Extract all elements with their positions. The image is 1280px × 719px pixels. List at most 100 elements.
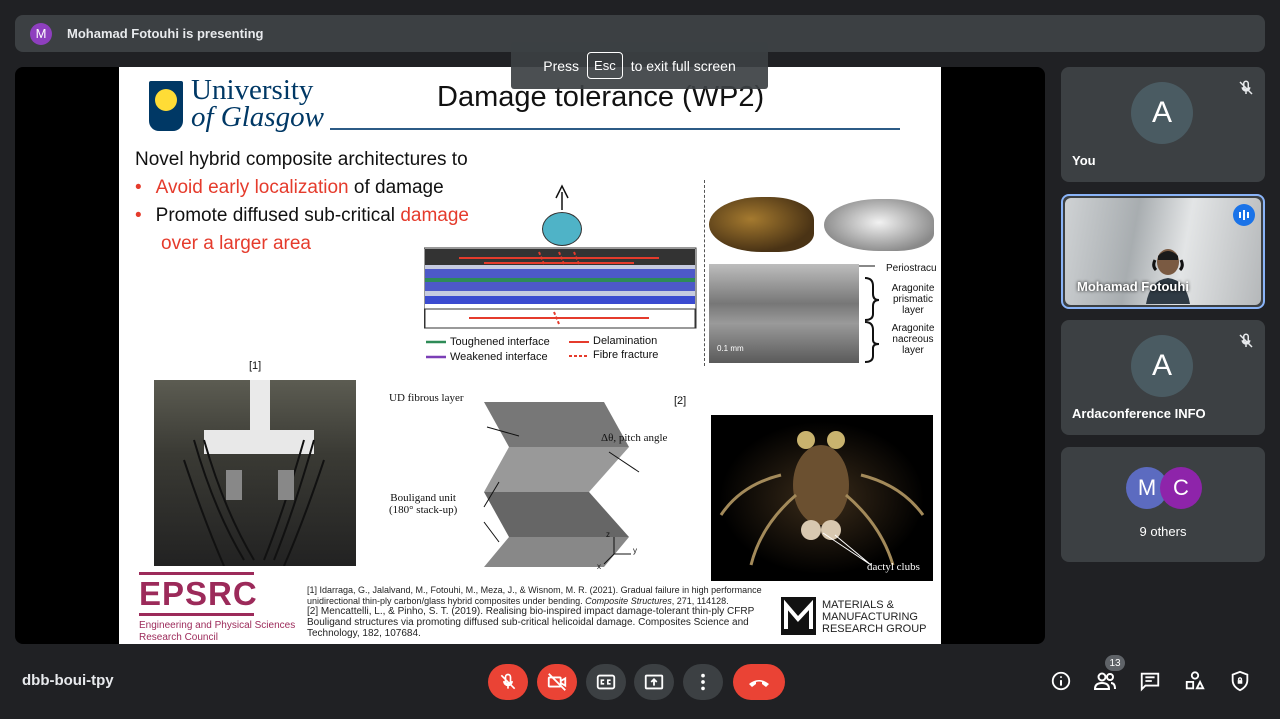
epsrc-sub-1: Engineering and Physical Sciences — [139, 620, 296, 631]
university-line2-text: of Glasgow — [191, 101, 324, 133]
label-prismatic-1: Aragonite — [891, 283, 935, 294]
participant-tile-arda[interactable]: A Ardaconference INFO — [1061, 320, 1265, 435]
presenting-text: Mohamad Fotouhi is presenting — [67, 26, 264, 41]
ref-tag-1: [1] — [249, 360, 262, 372]
pitch-angle-label: Δθ, pitch angle — [601, 432, 668, 444]
present-now-button[interactable] — [634, 664, 674, 700]
participant-name: You — [1072, 153, 1096, 168]
leave-call-button[interactable] — [733, 664, 785, 700]
avatar-c: C — [1160, 467, 1202, 509]
ref2-line3: Technology, 182, 107684. — [307, 628, 421, 639]
mmrg-line2: MANUFACTURING — [822, 611, 918, 623]
mussel-shell-image — [709, 197, 814, 252]
mic-off-icon — [1239, 80, 1253, 95]
bullet-2-black: Promote diffused sub-critical — [155, 205, 401, 226]
laminate-diagram: Toughened interface Weakened interface D… — [424, 182, 704, 367]
mmrg-mark-svg — [784, 599, 813, 629]
label-nacreous-2: nacreous — [892, 334, 934, 345]
mmrg-text: MATERIALS & MANUFACTURING RESEARCH GROUP — [822, 599, 927, 635]
people-button[interactable] — [1092, 668, 1118, 694]
axis-y: y — [633, 546, 637, 555]
brace-svg — [859, 265, 880, 363]
axis-z: z — [606, 530, 610, 539]
label-nacreous: Aragonite nacreous layer — [885, 323, 941, 356]
present-icon — [644, 674, 664, 690]
slide-divider — [704, 180, 705, 366]
hint-prefix: Press — [543, 57, 580, 74]
references: [1] Idarraga, G., Jalalvand, M., Fotouhi… — [307, 585, 767, 639]
hint-suffix: to exit full screen — [630, 57, 736, 74]
mic-off-icon — [1239, 333, 1253, 348]
call-end-icon — [749, 680, 769, 687]
rig-fibres-svg — [183, 439, 325, 566]
captions-icon — [596, 674, 616, 690]
mic-toggle-button[interactable] — [488, 664, 528, 700]
meeting-code: dbb-boui-tpy — [22, 672, 114, 689]
mmrg-mark-icon — [781, 597, 816, 635]
people-icon — [1093, 672, 1116, 690]
sem-scale: 0.1 mm — [717, 344, 744, 353]
label-nacreous-1: Aragonite — [891, 323, 935, 334]
bouligand-diagram: UD fibrous layer Δθ, pitch angle Bouliga… — [389, 392, 689, 572]
host-controls-button[interactable] — [1227, 668, 1253, 694]
mmrg-logo: MATERIALS & MANUFACTURING RESEARCH GROUP — [781, 597, 931, 637]
epsrc-logo-text: EPSRC — [139, 575, 258, 612]
presenter-avatar: M — [30, 22, 52, 45]
axis-x: x — [597, 562, 601, 571]
participant-tile-others[interactable]: M C 9 others — [1061, 447, 1265, 562]
slide-intro: Novel hybrid composite architectures to — [135, 149, 468, 170]
info-icon — [1051, 671, 1071, 691]
legend-delamination: Delamination — [593, 335, 658, 347]
more-vert-icon — [701, 673, 705, 691]
avatar: A — [1131, 82, 1193, 144]
epsrc-logo: EPSRC Engineering and Physical Sciences … — [139, 572, 295, 644]
more-options-button[interactable] — [683, 664, 723, 700]
mantis-svg — [719, 431, 925, 566]
bullet-1-red: Avoid early localization — [155, 177, 349, 198]
ref2-line1: [2] Mencattelli, L., & Pinho, S. T. (201… — [307, 606, 755, 617]
speaking-indicator-icon — [1233, 204, 1255, 226]
bouligand-unit-line1: Bouligand unit — [390, 492, 456, 504]
avatar: A — [1131, 335, 1193, 397]
title-underline — [330, 128, 900, 130]
presentation-stage[interactable]: University of Glasgow Damage tolerance (… — [15, 67, 1045, 644]
ref1-line2-b: , 271, 114128. — [671, 595, 729, 606]
label-prismatic: Aragonite prismatic layer — [885, 283, 941, 316]
mantis-shrimp-photo: dactyl clubs — [711, 415, 933, 581]
ud-layer-label: UD fibrous layer — [389, 392, 464, 404]
captions-button[interactable] — [586, 664, 626, 700]
university-line2: of Glasgow — [191, 101, 324, 133]
meeting-details-button[interactable] — [1048, 668, 1074, 694]
chat-button[interactable] — [1137, 668, 1163, 694]
participant-name: Ardaconference INFO — [1072, 406, 1206, 421]
participant-name: Mohamad Fotouhi — [1077, 279, 1189, 294]
ref2-line2: Bouligand structures via promoting diffu… — [307, 617, 749, 628]
epsrc-bar-2 — [139, 613, 254, 616]
legend-toughened: Toughened interface — [450, 336, 550, 348]
bullet-2-continued: over a larger area — [161, 233, 311, 254]
person-video — [1146, 249, 1190, 304]
activities-button[interactable] — [1182, 668, 1208, 694]
mmrg-line3: RESEARCH GROUP — [822, 623, 927, 635]
shield-lock-icon — [1231, 670, 1249, 692]
bouligand-unit-line2: (180° stack-up) — [389, 504, 458, 516]
slide: University of Glasgow Damage tolerance (… — [119, 67, 941, 644]
ref1-line2: unidirectional thin-ply carbon/glass hyb… — [307, 596, 767, 607]
fullscreen-hint: Press Esc to exit full screen — [511, 42, 768, 89]
epsrc-sub-2: Research Council — [139, 632, 218, 643]
sem-image: 0.1 mm — [709, 264, 859, 363]
mic-off-icon — [500, 673, 516, 690]
dactyl-clubs-label: dactyl clubs — [867, 561, 920, 573]
bullet-1: • Avoid early localization of damage — [135, 177, 444, 198]
university-logo: University of Glasgow — [149, 76, 324, 133]
bullet-2: • Promote diffused sub-critical damage — [135, 205, 469, 226]
speaking-bars-svg — [1239, 210, 1249, 220]
label-prismatic-3: layer — [902, 305, 924, 316]
camera-off-icon — [547, 673, 567, 691]
esc-key: Esc — [587, 52, 623, 79]
camera-toggle-button[interactable] — [537, 664, 577, 700]
participant-tile-you[interactable]: A You — [1061, 67, 1265, 182]
participant-tile-presenter[interactable]: Mohamad Fotouhi — [1061, 194, 1265, 309]
chat-icon — [1140, 672, 1160, 692]
activities-icon — [1185, 671, 1205, 690]
